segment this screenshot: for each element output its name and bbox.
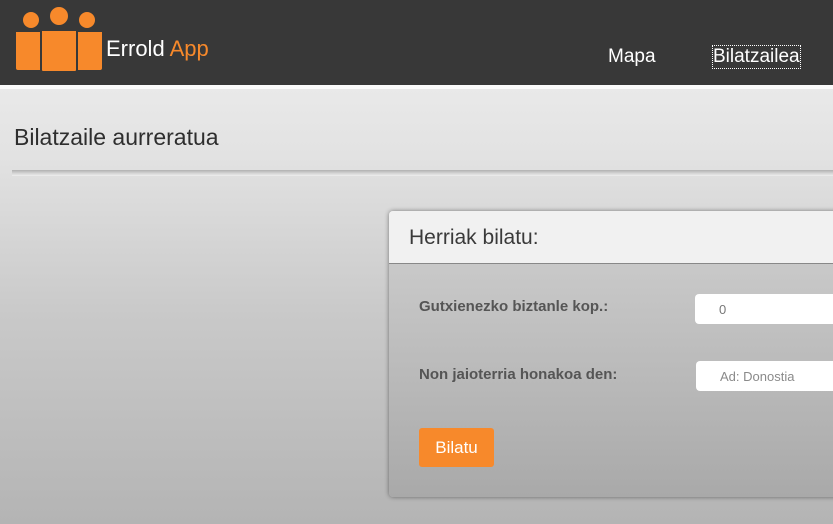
navbar-divider xyxy=(0,85,833,89)
brand-accent: App xyxy=(169,36,209,61)
nav-link-mapa[interactable]: Mapa xyxy=(608,46,656,68)
top-navbar: Errold App Mapa Bilatzailea xyxy=(0,0,833,85)
birthplace-label: Non jaioterria honakoa den: xyxy=(419,366,618,383)
nav-link-bilatzailea[interactable]: Bilatzailea xyxy=(712,45,801,69)
brand-primary: Errold xyxy=(106,36,165,61)
brand-name[interactable]: Errold App xyxy=(106,36,209,62)
title-divider xyxy=(12,170,833,176)
min-population-input[interactable] xyxy=(695,294,833,324)
panel-title: Herriak bilatu: xyxy=(409,226,539,249)
search-panel: Herriak bilatu: Gutxienezko biztanle kop… xyxy=(389,211,833,497)
page-title: Bilatzaile aurreratua xyxy=(14,124,219,150)
people-group-icon xyxy=(16,6,102,72)
panel-header: Herriak bilatu: xyxy=(389,211,833,264)
min-population-label: Gutxienezko biztanle kop.: xyxy=(419,298,609,315)
search-button[interactable]: Bilatu xyxy=(419,428,494,467)
birthplace-input[interactable] xyxy=(696,361,833,391)
